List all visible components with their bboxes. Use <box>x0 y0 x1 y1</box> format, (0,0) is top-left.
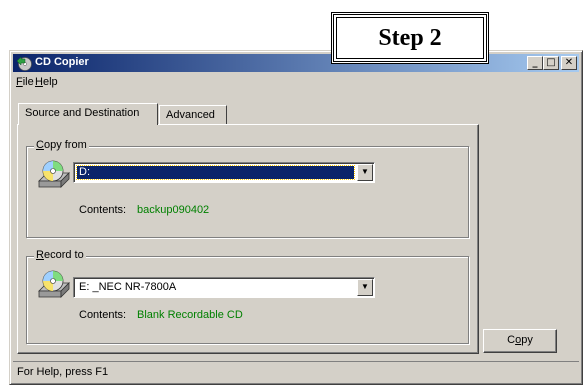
tab-panel: Copy from D: ▼ Contents: backup090402 Re… <box>17 124 479 354</box>
window-title: CD Copier <box>35 56 89 68</box>
copy-from-group: Copy from D: ▼ Contents: backup090402 <box>26 139 469 238</box>
copy-button-label-post: py <box>521 334 533 346</box>
copy-from-dropdown-button[interactable]: ▼ <box>357 164 373 181</box>
tab-source-destination[interactable]: Source and Destination <box>18 103 158 125</box>
copy-from-accel: C <box>36 139 44 151</box>
copy-from-label-text: opy from <box>43 139 87 151</box>
chevron-down-icon: ▼ <box>361 167 369 176</box>
menu-bar: File Help <box>13 73 579 91</box>
status-text: For Help, press F1 <box>17 366 109 378</box>
copy-from-contents-value: backup090402 <box>137 204 210 216</box>
cd-drive-icon <box>38 270 70 298</box>
copy-button-label-pre: C <box>507 334 516 346</box>
copy-from-drive-value: D: <box>76 165 355 180</box>
title-bar[interactable]: CD Copier _ □ ✕ <box>13 54 579 72</box>
menu-file-accel: F <box>16 76 23 88</box>
cd-copier-app-icon <box>16 56 32 71</box>
cd-drive-icon <box>38 160 70 188</box>
tab-advanced[interactable]: Advanced <box>159 105 227 125</box>
record-to-contents-value: Blank Recordable CD <box>137 309 243 321</box>
copy-from-label: Copy from <box>34 139 89 151</box>
menu-help-label: elp <box>42 76 58 88</box>
menu-file[interactable]: File <box>16 76 34 88</box>
minimize-button[interactable]: _ <box>527 56 543 70</box>
status-bar: For Help, press F1 <box>13 361 579 381</box>
record-to-drive-select[interactable]: E: _NEC NR-7800A ▼ <box>73 277 375 298</box>
close-button[interactable]: ✕ <box>561 56 577 70</box>
chevron-down-icon: ▼ <box>361 282 369 291</box>
tab-source-destination-label: Source and Destination <box>25 107 140 119</box>
minimize-icon: _ <box>532 57 538 68</box>
menu-file-label: ile <box>22 76 34 88</box>
menu-help[interactable]: Help <box>35 76 58 88</box>
record-to-accel: R <box>36 249 44 261</box>
cd-copier-window: CD Copier _ □ ✕ File Help Source and Des… <box>9 50 583 385</box>
step-callout: Step 2 <box>331 12 489 64</box>
maximize-button[interactable]: □ <box>543 56 559 70</box>
record-to-contents-label: Contents: <box>79 309 127 321</box>
record-to-drive-value: E: _NEC NR-7800A <box>79 281 177 293</box>
tab-advanced-label: Advanced <box>166 109 215 121</box>
close-icon: ✕ <box>564 57 574 68</box>
record-to-dropdown-button[interactable]: ▼ <box>357 279 373 296</box>
maximize-icon: □ <box>546 57 556 68</box>
record-to-label-text: ecord to <box>43 249 84 261</box>
copy-button[interactable]: Copy <box>483 329 557 353</box>
copy-from-drive-select[interactable]: D: ▼ <box>73 162 375 183</box>
record-to-label: Record to <box>34 249 86 261</box>
record-to-group: Record to E: _NEC NR-7800A ▼ Contents: B… <box>26 249 469 344</box>
copy-from-contents-label: Contents: <box>79 204 127 216</box>
menu-help-accel: H <box>35 76 43 88</box>
